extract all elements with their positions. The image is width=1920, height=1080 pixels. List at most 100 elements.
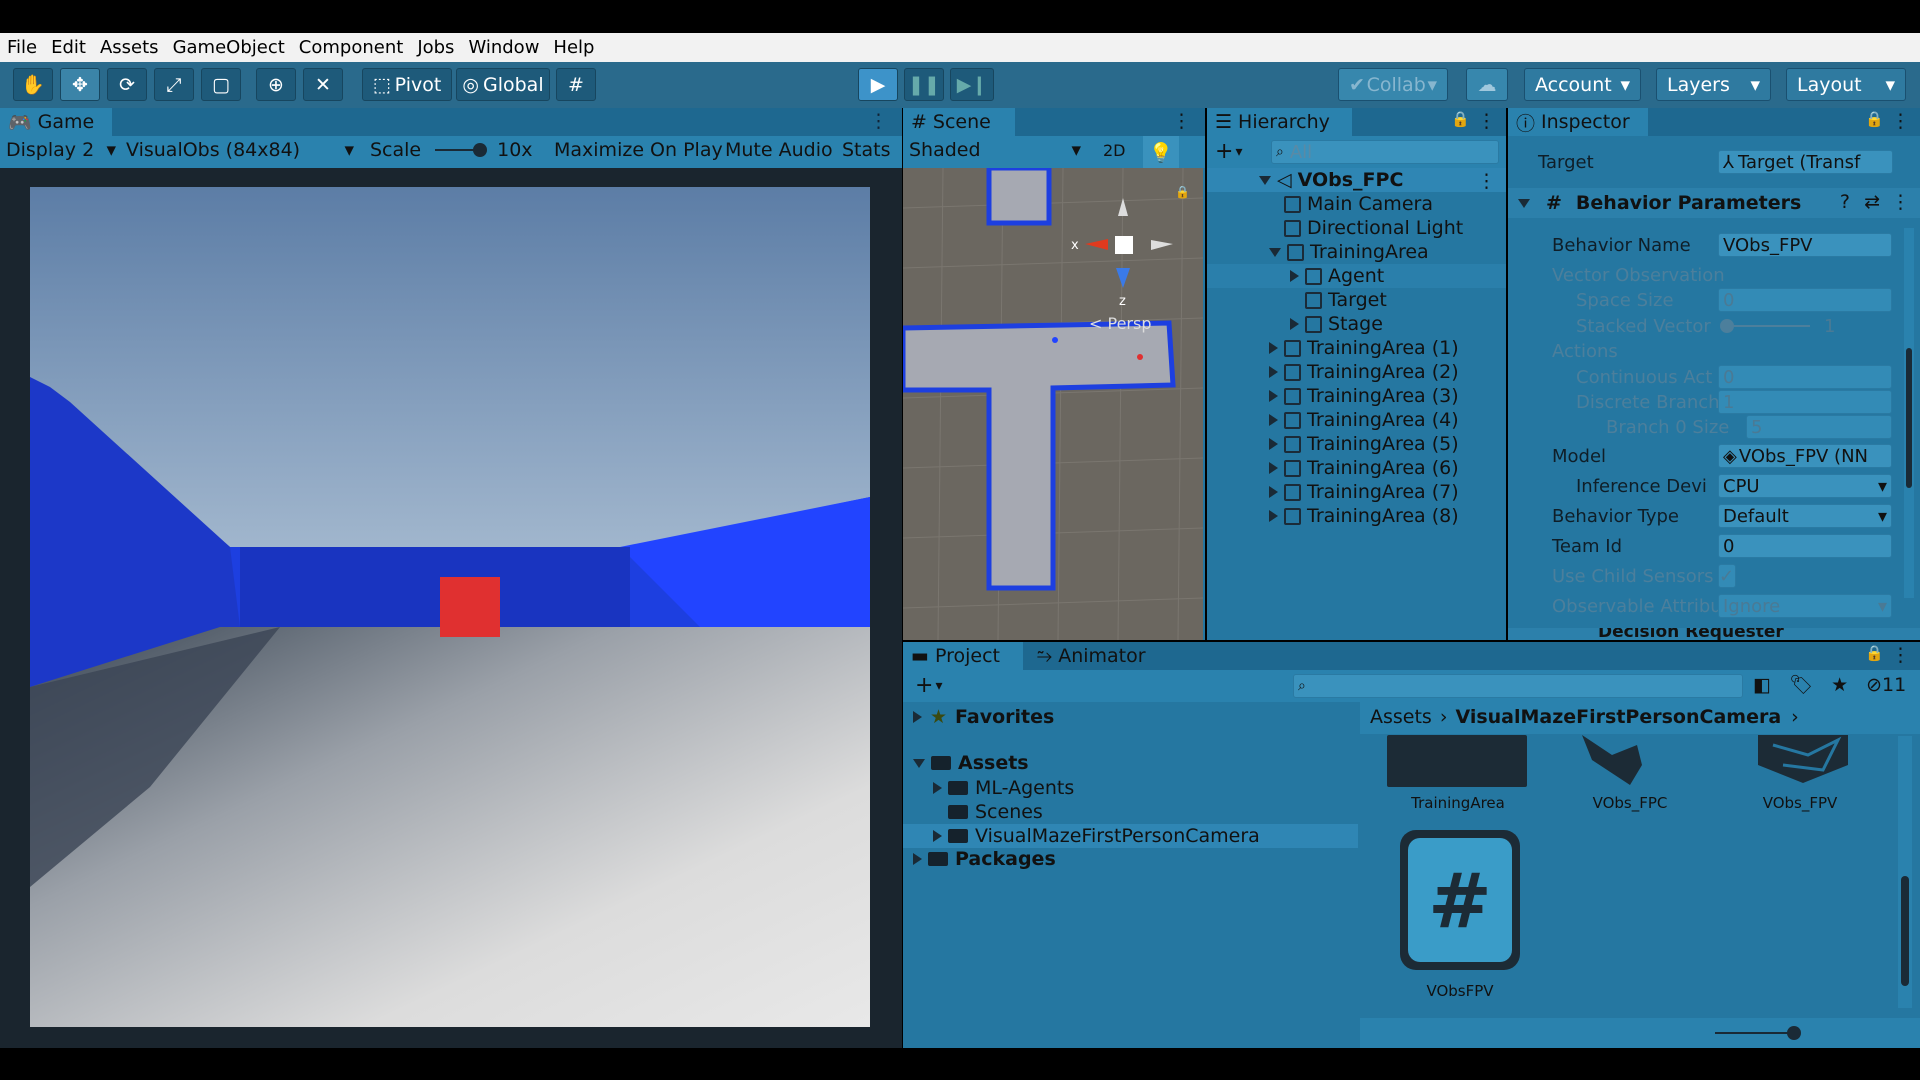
packages-row[interactable]: Packages xyxy=(913,848,1056,870)
more-icon[interactable]: ⋮ xyxy=(1477,170,1496,192)
filter-type-icon[interactable]: ◧ xyxy=(1753,674,1771,696)
lock-icon[interactable]: 🔒 xyxy=(1451,110,1470,128)
breadcrumb-assets[interactable]: Assets xyxy=(1370,706,1432,728)
hierarchy-item[interactable]: TrainingArea (3) xyxy=(1269,384,1459,408)
stats-toggle[interactable]: Stats xyxy=(842,139,891,161)
hierarchy-item[interactable]: Main Camera xyxy=(1269,192,1433,216)
project-tree-item[interactable]: ML-Agents xyxy=(933,776,1074,800)
expand-arrow-icon[interactable] xyxy=(933,830,942,842)
tab-inspector[interactable]: ⓘ Inspector xyxy=(1508,108,1648,136)
inspector-input[interactable]: 5 xyxy=(1746,415,1892,439)
expand-arrow-icon[interactable] xyxy=(1269,414,1278,426)
hierarchy-item[interactable]: TrainingArea (8) xyxy=(1269,504,1459,528)
resolution-dropdown[interactable]: VisualObs (84x84) ▾ xyxy=(126,139,354,161)
transform-tool-icon[interactable]: ⊕ xyxy=(256,68,296,101)
tab-game[interactable]: 🎮 Game xyxy=(0,108,112,136)
menu-gameobject[interactable]: GameObject xyxy=(166,37,292,58)
expand-arrow-icon[interactable] xyxy=(933,782,942,794)
hierarchy-item[interactable]: Directional Light xyxy=(1269,216,1463,240)
menu-jobs[interactable]: Jobs xyxy=(410,37,461,58)
inspector-dropdown[interactable]: CPU ▾ xyxy=(1718,474,1892,498)
more-icon[interactable]: ⋮ xyxy=(1891,644,1910,666)
icon-size-slider[interactable] xyxy=(1715,1026,1801,1040)
more-icon[interactable]: ⋮ xyxy=(869,110,888,132)
inspector-input[interactable]: 0 xyxy=(1718,534,1892,558)
layers-dropdown[interactable]: Layers ▾ xyxy=(1656,68,1771,101)
trainingarea-prefab-icon[interactable] xyxy=(1387,735,1527,787)
hierarchy-item[interactable]: Agent xyxy=(1290,264,1384,288)
breadcrumb-current[interactable]: VisualMazeFirstPersonCamera xyxy=(1455,706,1781,728)
inspector-input[interactable]: 1 xyxy=(1718,390,1892,414)
expand-arrow-icon[interactable] xyxy=(913,853,922,865)
help-icon[interactable]: ? xyxy=(1840,191,1850,213)
account-dropdown[interactable]: Account ▾ xyxy=(1524,68,1641,101)
inspector-dropdown[interactable]: Ignore ▾ xyxy=(1718,594,1892,618)
target-object-field[interactable]: ⅄ Target (Transf xyxy=(1718,150,1893,174)
hierarchy-item[interactable]: TrainingArea (1) xyxy=(1269,336,1459,360)
inspector-input[interactable]: 0 xyxy=(1718,288,1892,312)
more-icon[interactable]: ⋮ xyxy=(1477,110,1496,132)
project-search-input[interactable]: ⌕ xyxy=(1293,674,1743,698)
favorites-row[interactable]: ★ Favorites xyxy=(913,706,1054,728)
decision-requester-header[interactable]: Decision Requester xyxy=(1508,628,1920,640)
vobs-fpc-prefab-icon[interactable] xyxy=(1582,735,1662,785)
lighting-icon[interactable]: 💡 xyxy=(1143,136,1179,168)
cloud-icon[interactable]: ☁ xyxy=(1466,68,1508,101)
hierarchy-item[interactable]: TrainingArea xyxy=(1269,240,1429,264)
display-dropdown[interactable]: Display 2 ▾ xyxy=(6,139,116,161)
grid-snap-icon[interactable]: # xyxy=(556,68,596,101)
hierarchy-item[interactable]: TrainingArea (5) xyxy=(1269,432,1459,456)
inspector-input[interactable]: 0 xyxy=(1718,365,1892,389)
expand-arrow-icon[interactable] xyxy=(913,758,925,768)
create-asset-button[interactable]: + ▾ xyxy=(915,673,942,698)
persp-label[interactable]: < Persp xyxy=(1089,314,1151,333)
collapse-arrow-icon[interactable] xyxy=(1518,198,1530,208)
project-tree-item[interactable]: VisualMazeFirstPersonCamera xyxy=(933,824,1260,848)
scale-slider[interactable] xyxy=(435,143,488,157)
scene-view[interactable]: x z < Persp 🔒 xyxy=(903,168,1203,640)
hierarchy-search-input[interactable]: ⌕ All xyxy=(1271,140,1499,164)
hierarchy-item[interactable]: TrainingArea (7) xyxy=(1269,480,1459,504)
scale-tool-icon[interactable]: ⤢ xyxy=(154,68,194,101)
slider-track[interactable] xyxy=(1720,319,1810,333)
lock-icon[interactable]: 🔒 xyxy=(1865,644,1884,662)
pause-button[interactable]: ❚❚ xyxy=(904,68,944,101)
menu-edit[interactable]: Edit xyxy=(44,37,93,58)
menu-component[interactable]: Component xyxy=(292,37,411,58)
expand-arrow-icon[interactable] xyxy=(1269,462,1278,474)
behavior-parameters-header[interactable]: # Behavior Parameters ⋮ ⇄ ? xyxy=(1508,188,1920,218)
pivot-button[interactable]: ⬚ Pivot xyxy=(362,68,452,101)
hierarchy-item[interactable]: TrainingArea (4) xyxy=(1269,408,1459,432)
more-icon[interactable]: ⋮ xyxy=(1172,110,1191,132)
hierarchy-root[interactable]: ◁ VObs_FPC xyxy=(1259,168,1403,192)
expand-arrow-icon[interactable] xyxy=(1290,270,1299,282)
tab-hierarchy[interactable]: ☰ Hierarchy xyxy=(1207,108,1352,136)
expand-arrow-icon[interactable] xyxy=(1269,366,1278,378)
inspector-checkbox[interactable]: ✓ xyxy=(1718,564,1736,588)
hierarchy-item[interactable]: Target xyxy=(1290,288,1387,312)
inspector-scrollbar[interactable] xyxy=(1904,228,1914,598)
lock-icon[interactable]: 🔒 xyxy=(1175,185,1190,199)
expand-arrow-icon[interactable] xyxy=(1259,175,1271,185)
menu-file[interactable]: File xyxy=(0,37,44,58)
inspector-input[interactable]: VObs_FPV xyxy=(1718,233,1892,257)
csharp-script-icon[interactable]: # xyxy=(1400,830,1520,970)
step-button[interactable]: ▶❙ xyxy=(950,68,994,101)
label-tag-icon[interactable]: 🏷 xyxy=(1789,673,1813,696)
inspector-input[interactable]: ◈ VObs_FPV (NN xyxy=(1718,444,1892,468)
mode-2d-toggle[interactable]: 2D xyxy=(1103,141,1126,160)
layout-dropdown[interactable]: Layout ▾ xyxy=(1786,68,1906,101)
shading-dropdown[interactable]: Shaded ▾ xyxy=(909,139,1081,161)
tab-animator[interactable]: ⥲ Animator xyxy=(1029,642,1159,670)
maximize-on-play-toggle[interactable]: Maximize On Play xyxy=(554,139,723,161)
expand-arrow-icon[interactable] xyxy=(1269,486,1278,498)
menu-help[interactable]: Help xyxy=(546,37,601,58)
menu-window[interactable]: Window xyxy=(461,37,546,58)
hidden-eye-icon[interactable]: ⊘11 xyxy=(1866,674,1906,696)
inspector-dropdown[interactable]: Default ▾ xyxy=(1718,504,1892,528)
hierarchy-item[interactable]: TrainingArea (2) xyxy=(1269,360,1459,384)
inspector-slider[interactable]: 1 xyxy=(1718,314,1892,338)
collab-button[interactable]: ✔ Collab ▾ xyxy=(1338,68,1448,101)
hierarchy-item[interactable]: TrainingArea (6) xyxy=(1269,456,1459,480)
preset-icon[interactable]: ⇄ xyxy=(1864,191,1880,213)
